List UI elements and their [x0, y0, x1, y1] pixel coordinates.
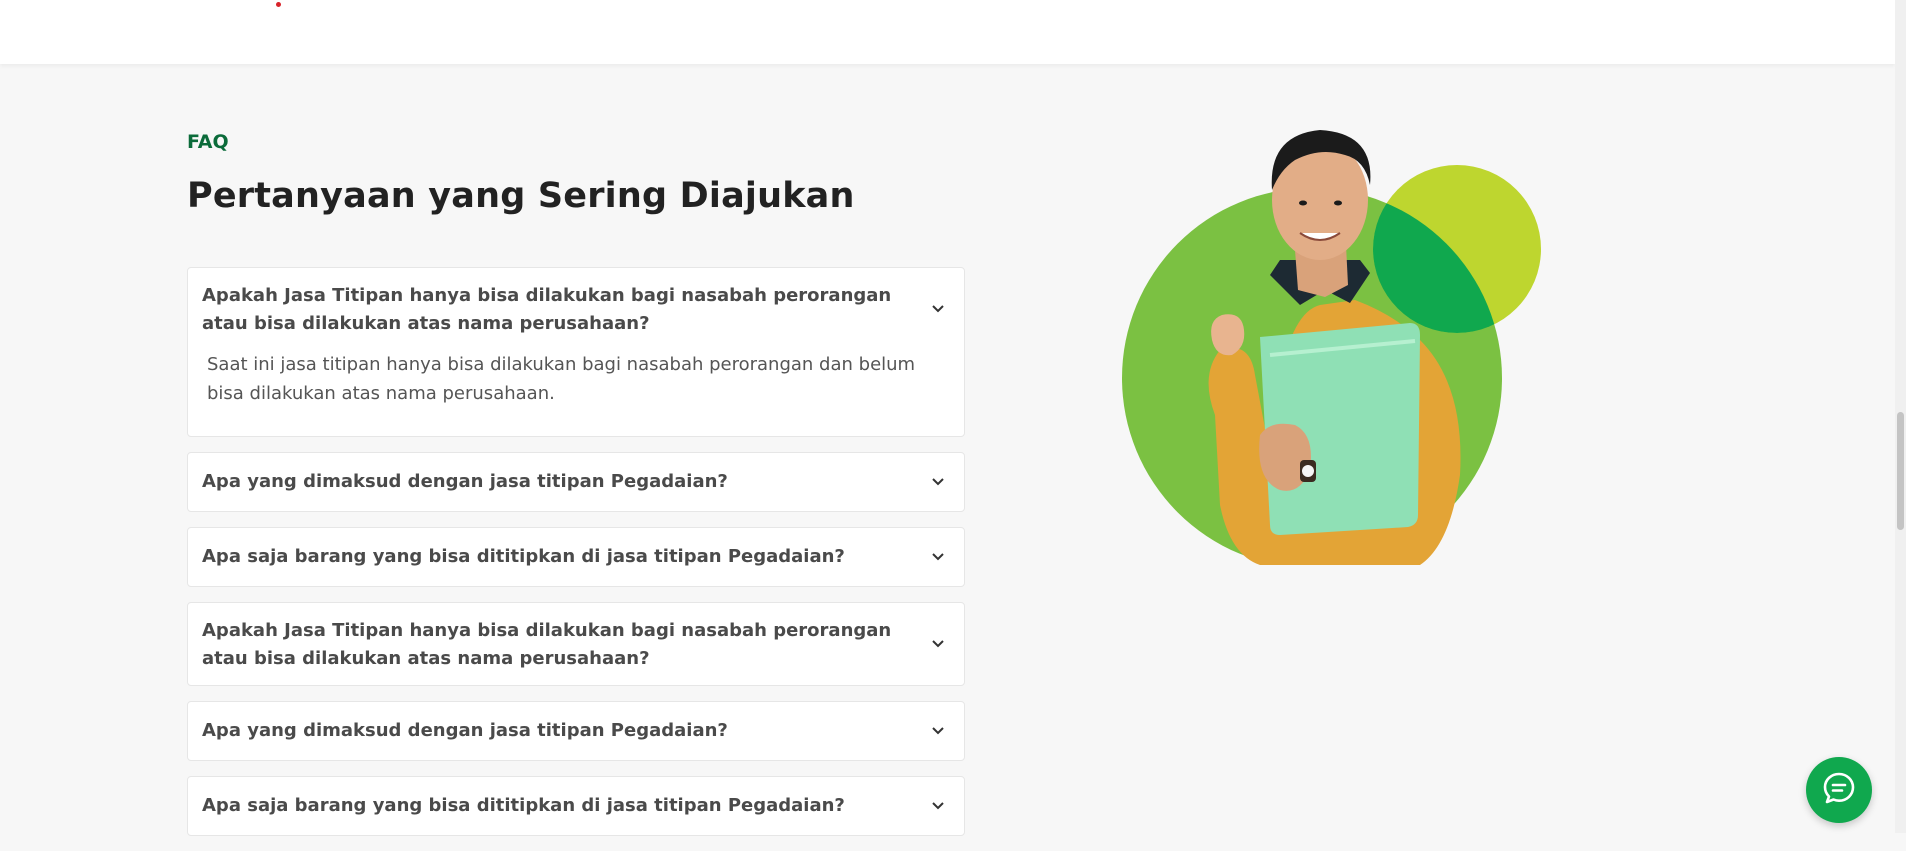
faq-question: Apa yang dimaksud dengan jasa titipan Pe…	[202, 471, 728, 492]
chevron-down-icon	[932, 551, 944, 563]
faq-question-toggle[interactable]: Apa saja barang yang bisa dititipkan di …	[188, 528, 964, 586]
chevron-down-icon	[932, 800, 944, 812]
faq-item: Apakah Jasa Titipan hanya bisa dilakukan…	[187, 267, 965, 437]
faq-question-toggle[interactable]: Apa yang dimaksud dengan jasa titipan Pe…	[188, 453, 964, 511]
faq-item: Apakah Jasa Titipan hanya bisa dilakukan…	[187, 602, 965, 686]
faq-eyebrow: FAQ	[187, 131, 229, 153]
faq-question-toggle[interactable]: Apakah Jasa Titipan hanya bisa dilakukan…	[188, 268, 964, 350]
chevron-down-icon	[932, 638, 944, 650]
faq-answer: Saat ini jasa titipan hanya bisa dilakuk…	[207, 354, 916, 404]
faq-question-toggle[interactable]: Apakah Jasa Titipan hanya bisa dilakukan…	[188, 603, 964, 685]
faq-item: Apa yang dimaksud dengan jasa titipan Pe…	[187, 701, 965, 761]
faq-illustration	[1122, 130, 1541, 565]
faq-question: Apakah Jasa Titipan hanya bisa dilakukan…	[202, 285, 892, 334]
faq-question-toggle[interactable]: Apa yang dimaksud dengan jasa titipan Pe…	[188, 702, 964, 760]
chevron-down-icon	[932, 303, 944, 315]
faq-question-toggle[interactable]: Apa saja barang yang bisa dititipkan di …	[188, 777, 964, 835]
faq-question: Apa saja barang yang bisa dititipkan di …	[202, 795, 845, 816]
chat-button[interactable]	[1806, 757, 1872, 823]
chevron-down-icon	[932, 476, 944, 488]
logo-fragment	[276, 2, 281, 7]
chevron-down-icon	[932, 725, 944, 737]
page-scrollbar[interactable]	[1895, 0, 1906, 833]
faq-question: Apakah Jasa Titipan hanya bisa dilakukan…	[202, 620, 892, 669]
faq-question: Apa yang dimaksud dengan jasa titipan Pe…	[202, 720, 728, 741]
scrollbar-thumb[interactable]	[1897, 412, 1904, 530]
site-header	[0, 0, 1895, 64]
faq-title: Pertanyaan yang Sering Diajukan	[187, 176, 855, 216]
faq-item: Apa yang dimaksud dengan jasa titipan Pe…	[187, 452, 965, 512]
faq-item: Apa saja barang yang bisa dititipkan di …	[187, 776, 965, 836]
faq-accordion: Apakah Jasa Titipan hanya bisa dilakukan…	[187, 267, 965, 851]
faq-question: Apa saja barang yang bisa dititipkan di …	[202, 546, 845, 567]
faq-item: Apa saja barang yang bisa dititipkan di …	[187, 527, 965, 587]
chat-icon	[1822, 771, 1856, 809]
